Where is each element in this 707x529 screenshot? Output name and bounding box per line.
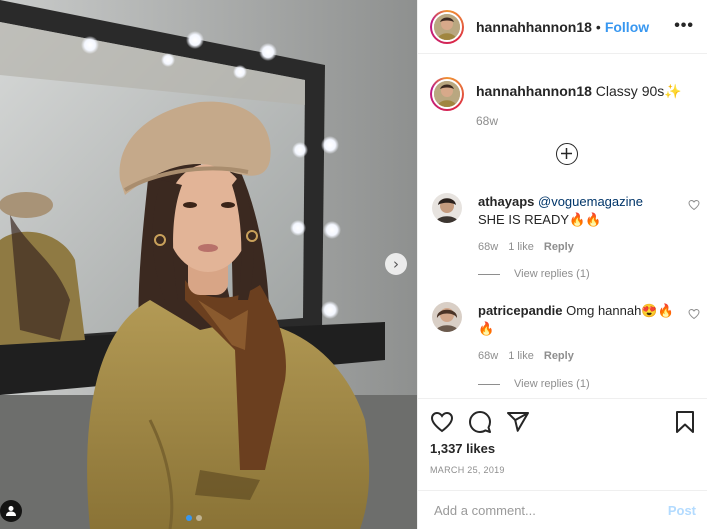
follow-button[interactable]: Follow: [605, 19, 649, 35]
user-tag-icon: [6, 506, 16, 516]
comment-button[interactable]: [468, 410, 492, 434]
view-replies-button[interactable]: View replies (1): [478, 268, 590, 280]
share-icon: [507, 412, 529, 432]
more-options-button[interactable]: •••: [674, 18, 694, 34]
post-date[interactable]: MARCH 25, 2019: [430, 465, 696, 475]
separator-dot: •: [595, 18, 601, 35]
view-replies-button[interactable]: View replies (1): [478, 378, 590, 390]
view-replies-label: View replies (1): [514, 268, 590, 280]
comment-text: SHE IS READY🔥🔥: [478, 212, 602, 227]
caption-avatar[interactable]: [430, 77, 464, 111]
heart-icon: [430, 411, 454, 433]
carousel-dot: [196, 515, 202, 521]
comment-item: patricepandie Omg hannah😍🔥🔥 68w 1 like R…: [432, 302, 702, 365]
comment-mention[interactable]: @voguemagazine: [538, 194, 643, 209]
caption-username[interactable]: hannahhannon18: [476, 83, 592, 99]
comment-likes[interactable]: 1 like: [508, 347, 534, 365]
comment-timestamp[interactable]: 68w: [478, 238, 498, 256]
add-comment-bar: Post: [418, 490, 707, 529]
caption-text: Classy 90s: [595, 83, 665, 99]
author-avatar[interactable]: [430, 9, 464, 44]
user-tag-button[interactable]: [0, 500, 22, 522]
caption-timestamp[interactable]: 68w: [476, 112, 682, 130]
commenter-username[interactable]: patricepandie: [478, 303, 563, 318]
carousel-indicator: [186, 515, 202, 521]
sparkles-emoji: ✨: [664, 83, 682, 99]
comment-timestamp[interactable]: 68w: [478, 347, 498, 365]
avatar-image: [434, 13, 460, 40]
post-photo[interactable]: ›: [0, 0, 417, 529]
reply-button[interactable]: Reply: [544, 347, 574, 365]
post-details-panel: hannahhannon18 • Follow ••• hannahhannon…: [417, 0, 707, 529]
comment-like-heart-icon[interactable]: [688, 308, 700, 320]
commenter-avatar[interactable]: [432, 302, 462, 332]
comment-icon: [469, 411, 491, 433]
reply-button[interactable]: Reply: [544, 238, 574, 256]
bookmark-icon: [676, 411, 694, 433]
replies-line: [478, 383, 500, 385]
view-replies-label: View replies (1): [514, 378, 590, 390]
commenter-avatar[interactable]: [432, 193, 462, 223]
comment-likes[interactable]: 1 like: [508, 238, 534, 256]
like-count[interactable]: 1,337 likes: [430, 441, 696, 456]
load-more-comments-button[interactable]: [556, 143, 578, 165]
post-comment-button[interactable]: Post: [668, 503, 696, 518]
post-caption: hannahhannon18 Classy 90s✨ 68w: [430, 77, 700, 130]
carousel-dot-active: [186, 515, 192, 521]
save-button[interactable]: [674, 410, 696, 434]
share-button[interactable]: [506, 410, 530, 434]
comment-like-heart-icon[interactable]: [688, 199, 700, 211]
next-slide-button[interactable]: ›: [385, 253, 407, 275]
replies-line: [478, 273, 500, 275]
photo-scene: [0, 0, 417, 529]
post-header: hannahhannon18 • Follow •••: [418, 0, 707, 54]
comment-item: athayaps @voguemagazine SHE IS READY🔥🔥 6…: [432, 193, 702, 256]
avatar-image: [432, 302, 462, 332]
like-button[interactable]: [430, 410, 454, 434]
plus-circle-icon: [561, 148, 572, 159]
post-actions: 1,337 likes MARCH 25, 2019: [418, 398, 707, 475]
author-username[interactable]: hannahhannon18: [476, 19, 592, 35]
avatar-image: [432, 193, 462, 223]
commenter-username[interactable]: athayaps: [478, 194, 534, 209]
avatar-image: [434, 81, 460, 107]
comment-input[interactable]: [434, 502, 668, 518]
